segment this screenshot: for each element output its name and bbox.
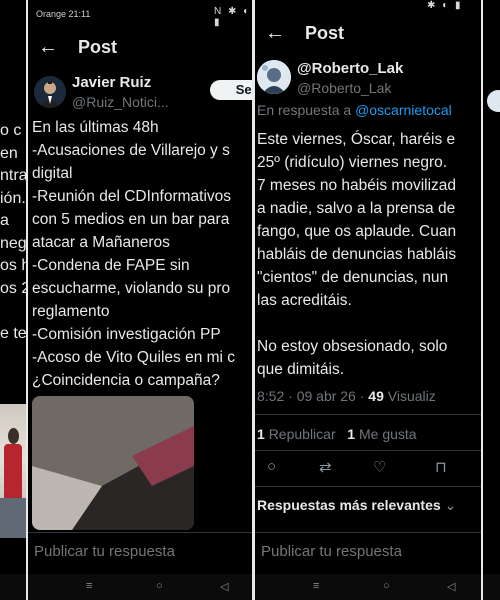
views-count: 49	[368, 388, 384, 404]
back-arrow-icon[interactable]: ←	[38, 36, 58, 59]
tweet-line: que dimitáis.	[257, 361, 345, 378]
tweet-stats: 1 Republicar 1 Me gusta	[257, 426, 417, 442]
edge-nav-bar	[483, 574, 500, 600]
left-panel-image	[0, 404, 26, 538]
reply-icon[interactable]: ○	[267, 458, 276, 475]
like-icon[interactable]: ♡	[373, 458, 386, 476]
divider	[255, 486, 481, 487]
video-frame-icon	[32, 396, 194, 530]
reposts-label[interactable]: Republicar	[269, 426, 336, 442]
back-arrow-icon[interactable]: ←	[265, 22, 285, 45]
author-handle[interactable]: @Roberto_Lak	[297, 80, 391, 96]
views-label: Visualiz	[387, 388, 436, 404]
left-panel-line: en	[0, 144, 18, 162]
mid-status-bar: Orange 21:11 N ✱ ◐ ▮	[28, 0, 252, 28]
mid-reply-placeholder: Publicar tu respuesta	[34, 543, 175, 560]
tweet-line: reglamento	[32, 303, 110, 320]
follow-button[interactable]: Seguir	[210, 80, 252, 100]
reply-to-mention[interactable]: @oscarnietocal	[355, 102, 452, 118]
right-reply-box[interactable]: Publicar tu respuesta	[255, 532, 481, 570]
tweet-text: Este viernes, Óscar, haréis e 25º (ridícu…	[257, 128, 456, 381]
right-reply-placeholder: Publicar tu respuesta	[261, 543, 402, 560]
home-nav-icon[interactable]: ○	[156, 580, 163, 592]
tweet-line: 7 meses no habéis movilizad	[257, 177, 457, 194]
tweet-line: fango, que os aplaude. Cuan	[257, 223, 457, 240]
mid-top-bar: ← Post	[28, 28, 252, 68]
menu-nav-icon[interactable]: ≡	[313, 580, 319, 592]
mid-carrier-time: Orange 21:11	[36, 9, 91, 19]
left-panel-line: e te	[0, 324, 26, 342]
mid-status-icons: N ✱ ◐ ▮	[214, 6, 252, 28]
avatar-photo-icon	[257, 60, 291, 94]
left-nav-bar	[0, 574, 26, 600]
avatar-photo-icon	[34, 76, 66, 108]
reply-to-line: En respuesta a @oscarnietocal	[257, 102, 452, 118]
divider	[255, 450, 481, 451]
likes-count: 1	[347, 426, 356, 442]
right-status-icons: ✱ ◐ ▮	[427, 0, 463, 11]
tweet-line: las acreditáis.	[257, 292, 352, 309]
javier-ruiz-avatar[interactable]	[34, 76, 66, 108]
right-top-bar: ← Post	[255, 14, 481, 54]
author-name[interactable]: @Roberto_Lak	[297, 60, 403, 77]
likes-label[interactable]: Me gusta	[359, 426, 417, 442]
author-name[interactable]: Javier Ruiz	[72, 74, 151, 91]
tweet-line: "cientos" de denuncias, nun	[257, 269, 449, 286]
left-panel-line: a	[0, 212, 9, 229]
tweet-line: con 5 medios en un bar para	[32, 211, 230, 228]
left-panel-line: neg	[0, 234, 26, 252]
tweet-line: En las últimas 48h	[32, 119, 159, 136]
left-panel-line: o c	[0, 122, 22, 139]
sort-label: Respuestas más relevantes	[257, 497, 441, 513]
menu-nav-icon[interactable]: ≡	[86, 580, 92, 592]
tweet-line: -Condena de FAPE sin	[32, 257, 190, 274]
roberto-lak-avatar[interactable]	[257, 60, 291, 94]
edge-avatar	[487, 90, 500, 112]
tweet-line: No estoy obsesionado, solo	[257, 338, 448, 355]
mid-panel: Orange 21:11 N ✱ ◐ ▮ ← Post Javier Ruiz …	[28, 0, 252, 600]
tweet-line: habláis de denuncias habláis	[257, 246, 457, 263]
tweet-line: escucharme, violando su pro	[32, 280, 231, 297]
right-panel: ✱ ◐ ▮ ← Post @Roberto_Lak @Roberto_Lak E…	[255, 0, 481, 600]
tweet-line: -Comisión investigación PP	[32, 326, 221, 343]
back-nav-icon[interactable]: ◁	[220, 580, 228, 593]
left-panel-line: os h	[0, 257, 26, 274]
reposts-count: 1	[257, 426, 265, 442]
edge-panel	[483, 0, 500, 600]
left-panel-line: ión.	[0, 189, 26, 207]
tweet-meta: 8:52 · 09 abr 26 · 49 Visualiz	[257, 388, 436, 404]
divider	[255, 414, 481, 415]
chevron-down-icon: ⌄	[444, 497, 457, 513]
tweet-line: -Acoso de Vito Quiles en mi c	[32, 349, 236, 366]
mid-nav-bar: ≡ ○ ◁	[28, 574, 252, 600]
back-nav-icon[interactable]: ◁	[447, 580, 455, 593]
tweet-line: digital	[32, 165, 73, 182]
left-panel-line: os 2	[0, 279, 26, 297]
repost-icon[interactable]: ⇄	[319, 458, 332, 476]
left-panel: o c en ntra ión. a neg os h os 2 e te	[0, 0, 26, 600]
tweet-line: 25º (ridículo) viernes negro.	[257, 154, 448, 171]
tweet-line: a nadie, salvo a la prensa de	[257, 200, 456, 217]
tweet-media-image[interactable]	[32, 396, 194, 530]
tweet-timestamp: 8:52 · 09 abr 26 ·	[257, 388, 365, 404]
tweet-line: ¿Coincidencia o campaña?	[32, 372, 220, 389]
author-handle[interactable]: @Ruiz_Notici...	[72, 94, 169, 110]
replies-sort-dropdown[interactable]: Respuestas más relevantes ⌄	[257, 497, 456, 514]
tweet-text: En las últimas 48h -Acusaciones de Villar…	[32, 116, 235, 392]
right-page-title: Post	[305, 23, 345, 43]
tweet-line: Este viernes, Óscar, haréis e	[257, 131, 456, 148]
home-nav-icon[interactable]: ○	[383, 580, 390, 592]
tweet-line: -Acusaciones de Villarejo y s	[32, 142, 230, 159]
right-nav-bar: ≡ ○ ◁	[255, 574, 481, 600]
mid-page-title: Post	[78, 37, 118, 57]
tweet-line	[257, 312, 456, 335]
tweet-line: -Reunión del CDInformativos	[32, 188, 232, 205]
tweet-actions: ○ ⇄ ♡ ⊓	[255, 458, 481, 480]
reply-to-prefix: En respuesta a	[257, 102, 352, 118]
tweet-line: atacar a Mañaneros	[32, 234, 170, 251]
left-panel-line: ntra	[0, 167, 26, 184]
bookmark-icon[interactable]: ⊓	[435, 458, 447, 476]
mid-reply-box[interactable]: Publicar tu respuesta	[28, 532, 252, 570]
